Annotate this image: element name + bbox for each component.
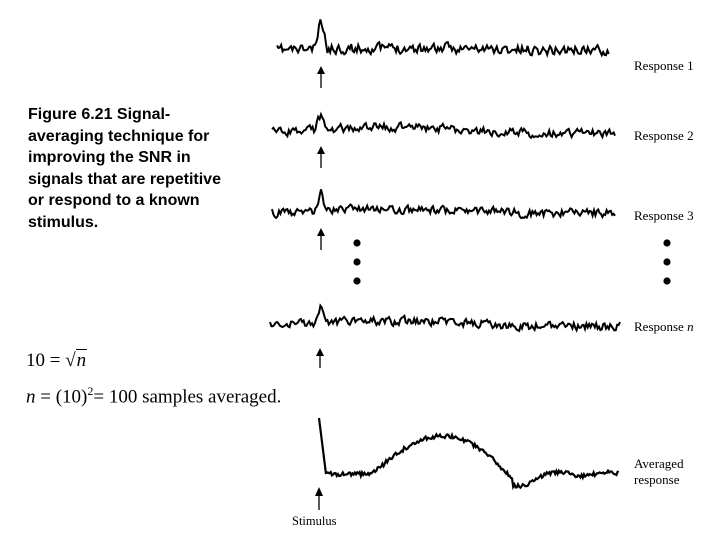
traces-diagram (269, 19, 671, 510)
trace-response-3 (271, 189, 616, 220)
label-response-2: Response 2 (634, 128, 694, 143)
stimulus-arrow-n (316, 348, 324, 368)
label-averaged-line1: Averaged (634, 456, 684, 471)
label-response-1: Response 1 (634, 58, 694, 73)
trace-response-n (269, 303, 621, 333)
label-averaged-line2: response (634, 472, 680, 487)
stimulus-arrow-1 (317, 66, 325, 88)
label-response-n-text: Response (634, 319, 688, 334)
trace-response-1 (276, 19, 610, 59)
label-response-3: Response 3 (634, 208, 694, 223)
trace-averaged-response (317, 417, 620, 491)
stimulus-label: Stimulus (292, 514, 337, 528)
ellipsis-dots-left (353, 239, 361, 285)
label-response-n: Response n (634, 319, 694, 335)
stimulus-arrow-3 (317, 228, 325, 250)
ellipsis-dots-right (663, 239, 671, 285)
trace-response-2 (271, 111, 616, 140)
label-averaged-response: Averaged response (634, 456, 684, 488)
label-response-n-var: n (687, 319, 694, 334)
stimulus-arrow-averaged (315, 487, 323, 510)
stimulus-arrow-2 (317, 146, 325, 168)
